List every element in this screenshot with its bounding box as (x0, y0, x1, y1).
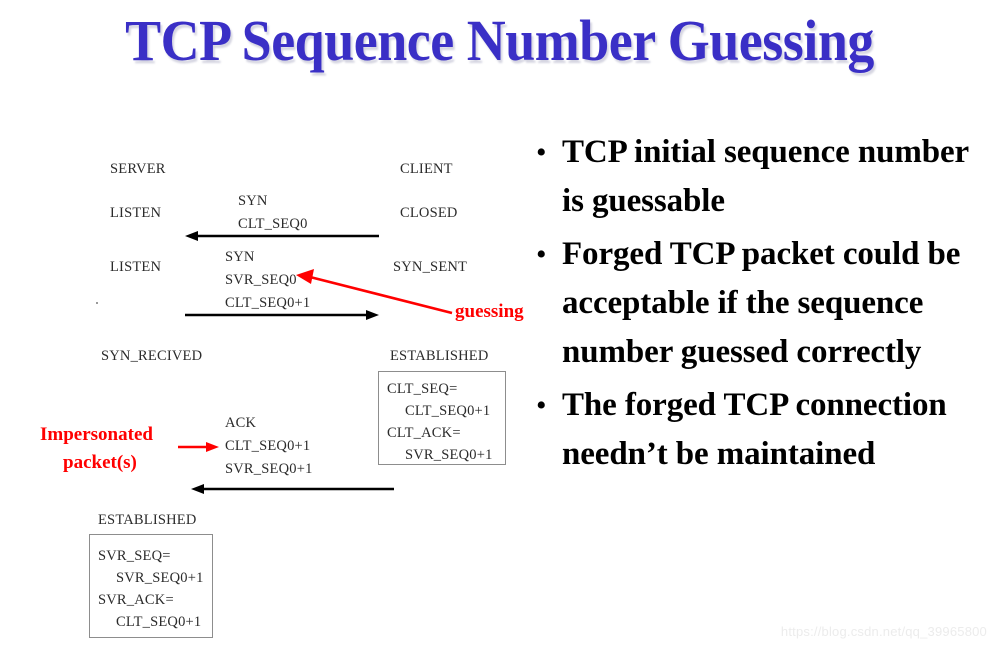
guessing-label: guessing (455, 301, 524, 322)
scan-artifact-dot (96, 302, 98, 304)
slide-canvas: TCP Sequence Number Guessing SERVER CLIE… (0, 0, 999, 651)
server-box-line-2: SVR_SEQ0+1 (116, 570, 204, 586)
bullet-item: • Forged TCP packet could be acceptable … (528, 230, 984, 377)
source-watermark: https://blog.csdn.net/qq_39965800 (780, 624, 987, 639)
message-2-line-2: SVR_SEQ0 (225, 272, 297, 288)
bullet-text: Forged TCP packet could be acceptable if… (562, 236, 961, 370)
bullet-marker-icon: • (536, 238, 547, 271)
impersonated-pointer-arrow (178, 442, 219, 452)
client-seq-box: CLT_SEQ= CLT_SEQ0+1 CLT_ACK= SVR_SEQ0+1 (378, 371, 506, 465)
bullet-marker-icon: • (536, 389, 547, 422)
page-title: TCP Sequence Number Guessing (125, 8, 874, 73)
client-box-line-4: SVR_SEQ0+1 (405, 447, 493, 463)
message-2-line-1: SYN (225, 249, 255, 265)
bullet-marker-icon: • (536, 136, 547, 169)
bullet-item: • TCP initial sequence number is guessab… (528, 128, 984, 226)
impersonated-label-line-1: Impersonated (40, 424, 153, 445)
server-state-syn-recived: SYN_RECIVED (101, 348, 203, 364)
server-state-established: ESTABLISHED (98, 512, 197, 528)
server-state-listen-1: LISTEN (110, 205, 162, 221)
client-box-line-3: CLT_ACK= (387, 425, 461, 441)
client-state-closed: CLOSED (400, 205, 458, 221)
server-state-listen-2: LISTEN (110, 259, 162, 275)
client-box-line-2: CLT_SEQ0+1 (405, 403, 491, 419)
diagram-column-server: SERVER (110, 161, 166, 177)
arrow-server-to-client-synack (185, 310, 379, 320)
message-1-line-1: SYN (238, 193, 268, 209)
arrow-client-to-server-ack (191, 484, 394, 494)
bullet-list: • TCP initial sequence number is guessab… (528, 128, 984, 483)
message-3-line-1: ACK (225, 415, 257, 431)
bullet-text: TCP initial sequence number is guessable (562, 134, 969, 219)
bullet-item: • The forged TCP connection needn’t be m… (528, 381, 984, 479)
impersonated-label-line-2: packet(s) (63, 452, 137, 473)
message-3-line-3: SVR_SEQ0+1 (225, 461, 313, 477)
server-box-line-3: SVR_ACK= (98, 592, 174, 608)
diagram-column-client: CLIENT (400, 161, 453, 177)
server-box-line-4: CLT_SEQ0+1 (116, 614, 202, 630)
bullet-text: The forged TCP connection needn’t be mai… (562, 387, 947, 472)
arrow-client-to-server-syn (185, 231, 379, 241)
server-seq-box: SVR_SEQ= SVR_SEQ0+1 SVR_ACK= CLT_SEQ0+1 (89, 534, 213, 638)
client-state-established: ESTABLISHED (390, 348, 489, 364)
message-3-line-2: CLT_SEQ0+1 (225, 438, 311, 454)
server-box-line-1: SVR_SEQ= (98, 548, 171, 564)
client-box-line-1: CLT_SEQ= (387, 381, 458, 397)
